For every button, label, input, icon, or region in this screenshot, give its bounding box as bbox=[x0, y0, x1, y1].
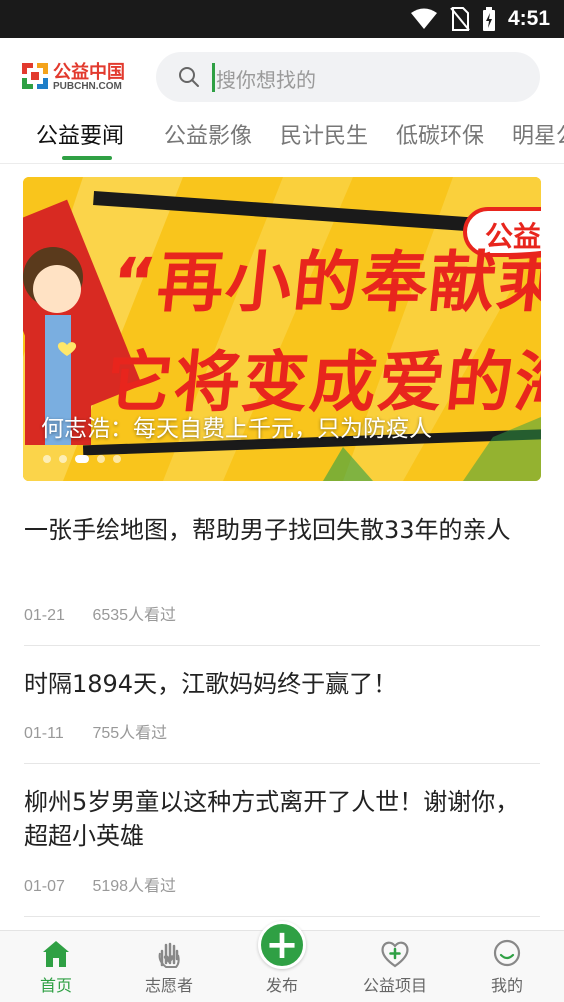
news-list-item[interactable]: 柳州5岁男童以这种方式离开了人世！谢谢你，超超小英雄 01-07 5198人看过 bbox=[24, 785, 540, 917]
nav-publish-label: 发布 bbox=[265, 976, 298, 995]
banner-carousel[interactable]: 公益 “再小的奉献乘以 它将变成爱的海 何志浩：每天自费上千元，只为防疫人 bbox=[23, 177, 541, 481]
status-time: 4:51 bbox=[507, 7, 550, 30]
search-icon bbox=[179, 67, 199, 87]
bottom-nav: 首页 志愿者 + 发布 公益项目 我的 bbox=[0, 921, 564, 1002]
news-meta: 01-11 755人看过 bbox=[24, 719, 167, 743]
status-icons: 4:51 bbox=[410, 6, 550, 32]
news-title: 时隔1894天，江歌妈妈终于赢了！ bbox=[24, 670, 398, 698]
tab-mingxing-gongyi[interactable]: 明星公 bbox=[512, 118, 564, 150]
wifi-icon bbox=[410, 8, 437, 29]
tab-gongyi-yingxiang[interactable]: 公益影像 bbox=[164, 118, 252, 150]
profile-smile-icon bbox=[493, 939, 521, 967]
carousel-dot[interactable] bbox=[43, 455, 51, 463]
news-list-item[interactable]: 时隔1894天，江歌妈妈终于赢了！ 01-11 755人看过 bbox=[24, 667, 540, 764]
nav-volunteer-label: 志愿者 bbox=[144, 976, 193, 995]
nav-home-label: 首页 bbox=[39, 976, 72, 995]
news-views: 755人看过 bbox=[92, 725, 168, 742]
active-tab-indicator bbox=[62, 156, 112, 160]
logo-mark-icon bbox=[22, 63, 48, 89]
news-views: 6535人看过 bbox=[92, 607, 177, 624]
tab-ditan-huanbao[interactable]: 低碳环保 bbox=[396, 118, 484, 150]
banner-headline-line1: “再小的奉献乘以 bbox=[108, 244, 541, 321]
nav-home[interactable]: 首页 bbox=[11, 931, 101, 1002]
heart-plus-icon bbox=[381, 941, 409, 968]
nav-mine-label: 我的 bbox=[490, 976, 523, 995]
carousel-dot[interactable] bbox=[113, 455, 121, 463]
volunteer-hand-icon bbox=[158, 942, 180, 968]
news-meta: 01-07 5198人看过 bbox=[24, 872, 176, 896]
nav-projects-label: 公益项目 bbox=[362, 976, 427, 995]
nav-volunteer[interactable]: 志愿者 bbox=[124, 931, 214, 1002]
home-icon bbox=[43, 941, 69, 967]
carousel-dot[interactable] bbox=[97, 455, 105, 463]
news-list-item[interactable]: 一张手绘地图，帮助男子找回失散33年的亲人 01-21 6535人看过 bbox=[24, 513, 540, 646]
tab-gongyi-yaowen[interactable]: 公益要闻 bbox=[36, 118, 124, 150]
category-tabs: 公益要闻 公益影像 民计民生 低碳环保 明星公 bbox=[0, 116, 564, 164]
news-views: 5198人看过 bbox=[92, 878, 177, 895]
battery-charging-icon bbox=[482, 7, 495, 31]
carousel-dot[interactable] bbox=[59, 455, 67, 463]
plus-icon: + bbox=[265, 922, 299, 968]
news-date: 01-21 bbox=[24, 607, 65, 624]
news-title: 一张手绘地图，帮助男子找回失散33年的亲人 bbox=[24, 516, 511, 544]
tab-minji-minsheng[interactable]: 民计民生 bbox=[280, 118, 368, 150]
header: 公益中国 PUBCHN.COM 搜你想找的 bbox=[0, 38, 564, 116]
nav-mine[interactable]: 我的 bbox=[462, 931, 552, 1002]
news-date: 01-11 bbox=[24, 725, 64, 742]
text-cursor bbox=[212, 63, 215, 92]
status-bar: 4:51 bbox=[0, 0, 564, 38]
news-meta: 01-21 6535人看过 bbox=[24, 601, 176, 625]
nav-publish[interactable]: + 发布 bbox=[237, 921, 327, 1002]
nav-projects[interactable]: 公益项目 bbox=[350, 931, 440, 1002]
carousel-dots bbox=[43, 455, 121, 463]
publish-button[interactable]: + bbox=[258, 921, 306, 969]
app-logo[interactable]: 公益中国 PUBCHN.COM bbox=[22, 58, 134, 96]
search-placeholder: 搜你想找的 bbox=[216, 68, 316, 92]
search-input[interactable]: 搜你想找的 bbox=[156, 52, 540, 102]
no-sim-icon bbox=[450, 7, 470, 31]
news-title: 柳州5岁男童以这种方式离开了人世！谢谢你，超超小英雄 bbox=[24, 788, 520, 850]
logo-subtext: PUBCHN.COM bbox=[53, 81, 122, 92]
news-date: 01-07 bbox=[24, 878, 65, 895]
carousel-dot-active[interactable] bbox=[75, 455, 89, 463]
banner-caption: 何志浩：每天自费上千元，只为防疫人 bbox=[41, 416, 432, 442]
